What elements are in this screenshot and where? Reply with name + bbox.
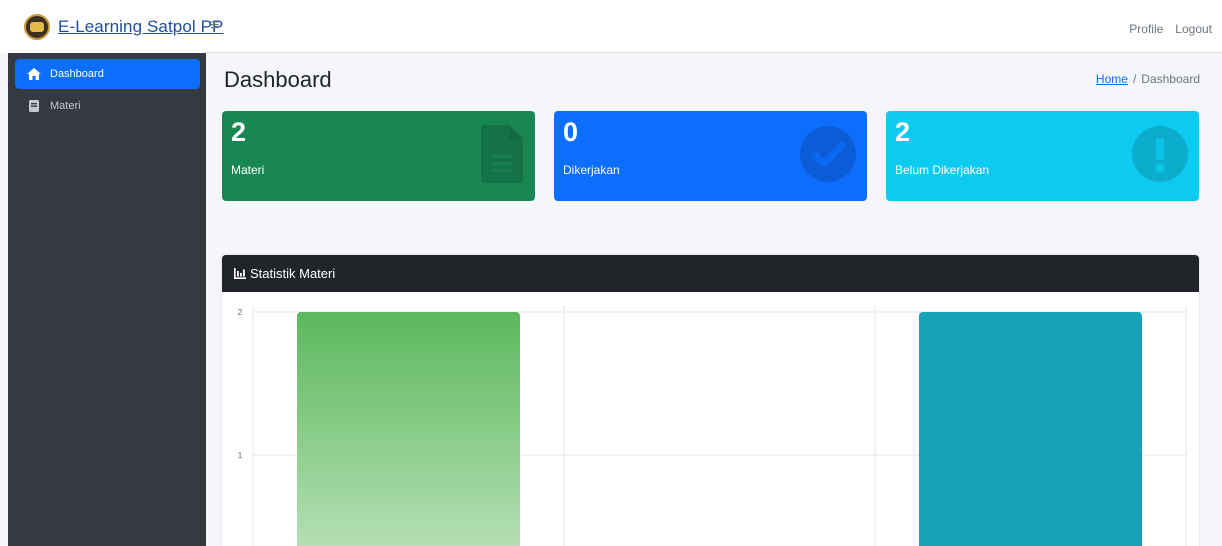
sidebar-item-materi[interactable]: Materi <box>15 91 200 121</box>
breadcrumb-home-link[interactable]: Home <box>1096 72 1128 86</box>
stat-value: 2 <box>231 117 247 147</box>
sidebar-item-label: Dashboard <box>50 68 104 80</box>
stat-label: Belum Dikerjakan <box>895 163 990 177</box>
sidebar: Dashboard Materi <box>8 53 206 546</box>
sidebar-item-dashboard[interactable]: Dashboard <box>15 59 200 89</box>
stat-value: 2 <box>895 117 911 147</box>
panel-header: Statistik Materi <box>222 255 1199 292</box>
stat-label: Materi <box>231 163 265 177</box>
home-icon <box>27 68 41 80</box>
exclamation-circle-icon <box>1132 126 1188 182</box>
brand-link[interactable]: E-Learning Satpol PP <box>0 0 223 53</box>
stat-card-dikerjakan[interactable]: 0 Dikerjakan <box>554 111 867 201</box>
book-icon <box>27 100 41 112</box>
bar-belum-dikerjakan <box>919 312 1142 546</box>
stat-value: 0 <box>563 117 579 147</box>
statistik-materi-panel: Statistik Materi 12 <box>222 255 1199 546</box>
brand-logo <box>24 13 50 40</box>
y-tick-label: 2 <box>238 308 243 317</box>
navbar-links: Profile Logout <box>1129 22 1212 36</box>
sidebar-item-label: Materi <box>50 100 81 112</box>
statistik-materi-chart: 12 <box>238 306 1187 546</box>
breadcrumb-current: Dashboard <box>1141 72 1200 86</box>
bar-materi <box>297 312 520 546</box>
brand-name[interactable]: E-Learning Satpol PP <box>58 17 224 37</box>
check-circle-icon <box>800 126 856 182</box>
panel-title: Statistik Materi <box>250 266 336 281</box>
breadcrumb: Home / Dashboard <box>1096 72 1200 86</box>
profile-link[interactable]: Profile <box>1129 22 1163 36</box>
breadcrumb-separator: / <box>1132 72 1137 86</box>
page-title: Dashboard <box>224 67 332 92</box>
file-icon <box>481 125 523 183</box>
y-tick-label: 1 <box>238 451 243 460</box>
hamburger-icon[interactable]: ≡ <box>210 17 219 35</box>
stat-card-belum-dikerjakan[interactable]: 2 Belum Dikerjakan <box>886 111 1199 201</box>
chart-bar-icon <box>234 268 246 279</box>
stat-label: Dikerjakan <box>563 163 620 177</box>
stat-card-materi[interactable]: 2 Materi <box>222 111 535 201</box>
logout-link[interactable]: Logout <box>1175 22 1212 36</box>
top-navbar: E-Learning Satpol PP ≡ Profile Logout <box>0 0 1222 53</box>
